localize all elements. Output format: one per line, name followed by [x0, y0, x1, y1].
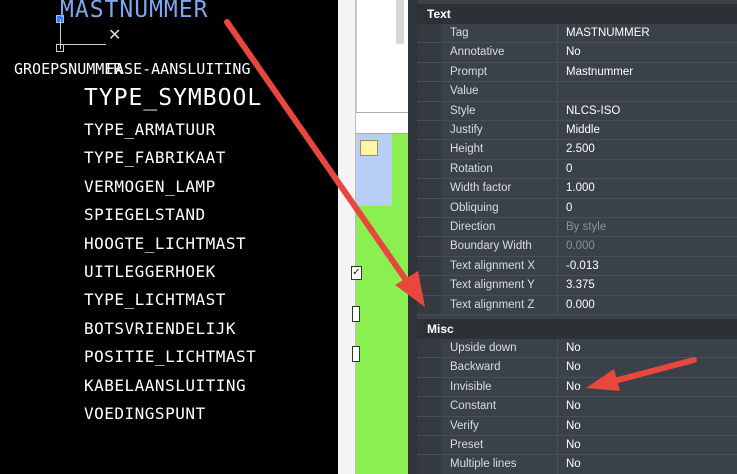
checkbox-icon[interactable]: ✓ — [351, 266, 362, 280]
property-value[interactable]: No — [560, 378, 737, 396]
attribute-text[interactable]: SPIEGELSTAND — [84, 205, 206, 224]
property-row-height[interactable]: Height 2.500 — [417, 140, 737, 160]
property-label: Annotative — [443, 43, 558, 62]
attribute-text[interactable]: UITLEGGERHOEK — [84, 262, 216, 281]
property-row-tag[interactable]: Tag MASTNUMMER — [417, 24, 737, 44]
yellow-marker — [360, 140, 378, 156]
property-label: Verify — [443, 416, 558, 435]
property-value[interactable]: No — [560, 397, 737, 415]
property-label: Backward — [443, 358, 558, 377]
property-label: Constant — [443, 397, 558, 416]
property-value[interactable]: 0.000 — [560, 237, 737, 255]
property-value[interactable]: -0.013 — [560, 257, 737, 275]
section-header-misc[interactable]: Misc — [417, 319, 737, 339]
property-row-preset[interactable]: Preset No — [417, 436, 737, 456]
attribute-text[interactable]: VOEDINGSPUNT — [84, 404, 206, 423]
attribute-fase-aansluiting[interactable]: FASE-AANSLUITING — [106, 60, 251, 78]
property-row-direction[interactable]: Direction By style — [417, 218, 737, 238]
property-row-style[interactable]: Style NLCS-ISO — [417, 101, 737, 121]
property-value[interactable]: Mastnummer — [560, 63, 737, 81]
property-label: Invisible — [443, 377, 558, 397]
property-value[interactable]: MASTNUMMER — [560, 24, 737, 42]
property-label: Direction — [443, 218, 558, 237]
attribute-text[interactable]: VERMOGEN_LAMP — [84, 177, 216, 196]
toolbar-band — [356, 112, 408, 134]
property-row-annotative[interactable]: Annotative No — [417, 43, 737, 63]
attribute-text[interactable]: TYPE_FABRIKAAT — [84, 148, 226, 167]
ruler-strip — [338, 0, 356, 474]
attribute-text[interactable]: BOTSVRIENDELIJK — [84, 319, 236, 338]
cad-base-square — [56, 44, 64, 52]
middle-panel: ✓ — [338, 0, 408, 474]
property-label: Text alignment Y — [443, 276, 558, 295]
property-label: Preset — [443, 436, 558, 455]
property-value[interactable]: 3.375 — [560, 276, 737, 294]
properties-panel: Text Tag MASTNUMMER Annotative No Prompt… — [408, 0, 737, 474]
property-label: Width factor — [443, 179, 558, 198]
property-row-multiple-lines[interactable]: Multiple lines No — [417, 455, 737, 474]
scrollbar-thumb[interactable] — [396, 0, 404, 44]
property-value[interactable]: No — [560, 436, 737, 454]
property-label: Height — [443, 140, 558, 159]
property-label: Justify — [443, 121, 558, 140]
property-label: Obliquing — [443, 198, 558, 217]
property-value[interactable]: NLCS-ISO — [560, 102, 737, 120]
attribute-text[interactable]: KABELAANSLUITING — [84, 376, 246, 395]
attribute-text[interactable]: HOOGTE_LICHTMAST — [84, 234, 246, 253]
property-row-rotation[interactable]: Rotation 0 — [417, 159, 737, 180]
small-box-icon — [352, 306, 360, 322]
property-label: Prompt — [443, 62, 558, 82]
attribute-text[interactable]: TYPE_ARMATUUR — [84, 120, 216, 139]
property-row-constant[interactable]: Constant No — [417, 397, 737, 417]
property-label: Text alignment X — [443, 256, 558, 276]
panel-gutter — [408, 0, 417, 474]
property-value[interactable]: No — [560, 417, 737, 435]
property-value[interactable] — [560, 82, 737, 100]
property-value[interactable]: No — [560, 455, 737, 473]
property-value[interactable]: By style — [560, 218, 737, 236]
property-label: Rotation — [443, 159, 558, 179]
property-row-verify[interactable]: Verify No — [417, 416, 737, 436]
property-row-value[interactable]: Value — [417, 82, 737, 102]
cad-drawing-area[interactable]: ✕ MASTNUMMER GROEPSNUMMER FASE-AANSLUITI… — [0, 0, 338, 474]
property-row-invisible[interactable]: Invisible No — [417, 377, 737, 398]
property-row-prompt[interactable]: Prompt Mastnummer — [417, 62, 737, 83]
property-label: Multiple lines — [443, 455, 558, 474]
property-label: Style — [443, 101, 558, 120]
attribute-mastnummer[interactable]: MASTNUMMER — [60, 0, 208, 23]
property-label: Text alignment Z — [443, 295, 558, 314]
property-value[interactable]: 0.000 — [560, 296, 737, 314]
property-value[interactable]: No — [560, 339, 737, 357]
property-value[interactable]: Middle — [560, 121, 737, 139]
property-value[interactable]: 0 — [560, 199, 737, 217]
attribute-text[interactable]: TYPE_LICHTMAST — [84, 290, 226, 309]
cad-cross-marker: ✕ — [108, 27, 122, 44]
property-row-text-alignment-y[interactable]: Text alignment Y 3.375 — [417, 276, 737, 296]
property-row-backward[interactable]: Backward No — [417, 358, 737, 378]
property-value[interactable]: No — [560, 43, 737, 61]
property-row-obliquing[interactable]: Obliquing 0 — [417, 198, 737, 218]
property-label: Boundary Width — [443, 237, 558, 256]
property-row-justify[interactable]: Justify Middle — [417, 121, 737, 141]
property-row-upside-down[interactable]: Upside down No — [417, 339, 737, 359]
property-label: Value — [443, 82, 558, 101]
property-row-text-alignment-z[interactable]: Text alignment Z 0.000 — [417, 295, 737, 315]
property-row-boundary-width[interactable]: Boundary Width 0.000 — [417, 237, 737, 257]
section-header-text[interactable]: Text — [417, 4, 737, 24]
property-label: Tag — [443, 24, 558, 43]
property-value[interactable]: No — [560, 358, 737, 376]
property-row-width-factor[interactable]: Width factor 1.000 — [417, 179, 737, 199]
attribute-text[interactable]: POSITIE_LICHTMAST — [84, 347, 256, 366]
property-label: Upside down — [443, 339, 558, 358]
attribute-type-symbool[interactable]: TYPE_SYMBOOL — [84, 85, 262, 111]
property-value[interactable]: 1.000 — [560, 179, 737, 197]
small-box-icon — [352, 346, 360, 362]
property-value[interactable]: 2.500 — [560, 140, 737, 158]
property-row-text-alignment-x[interactable]: Text alignment X -0.013 — [417, 256, 737, 277]
property-value[interactable]: 0 — [560, 160, 737, 178]
